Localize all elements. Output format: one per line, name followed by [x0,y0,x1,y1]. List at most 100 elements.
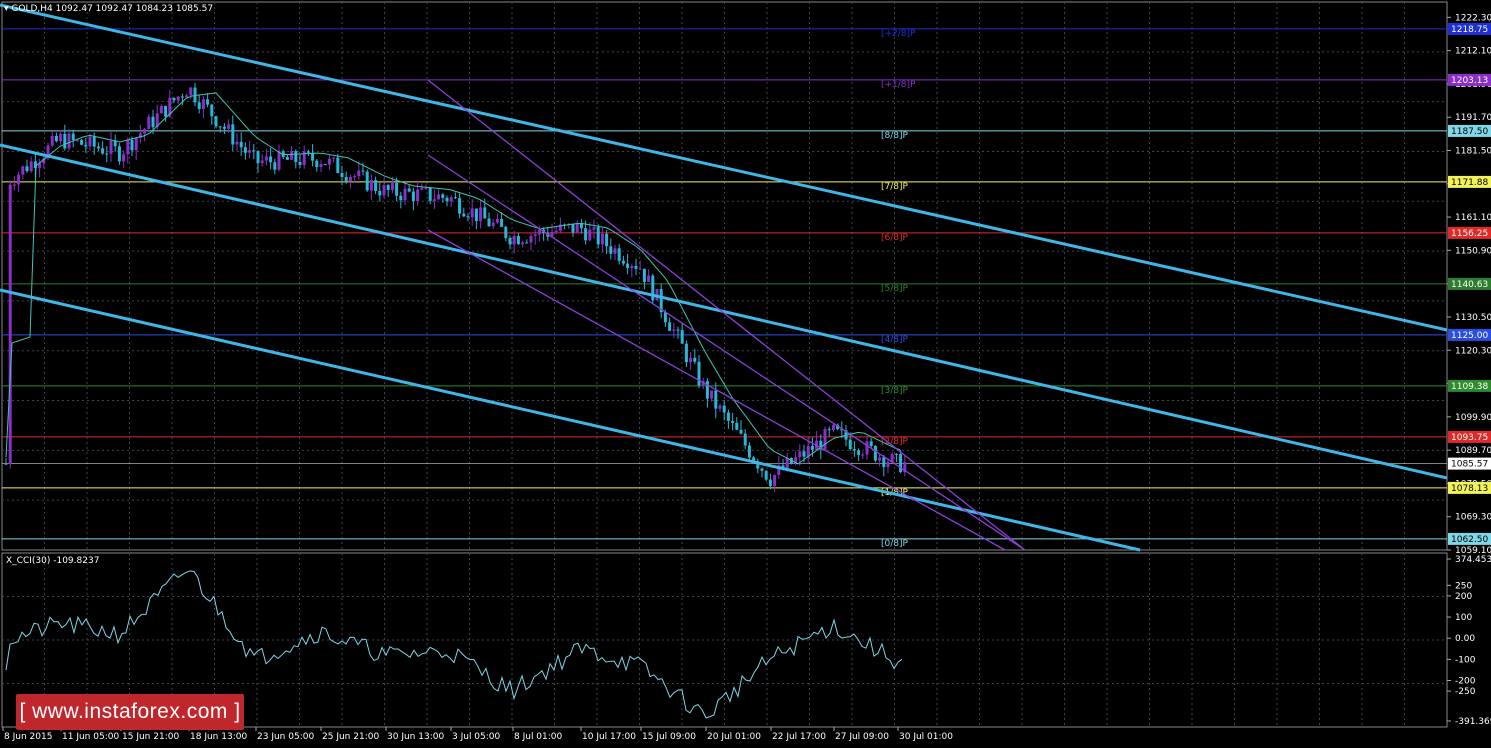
candle-body [210,104,214,117]
candle-body [17,174,21,185]
candle-body [290,151,294,160]
candle-body [122,154,126,162]
candle-body [441,194,445,198]
murrey-level-label: [+1/8]P [881,80,916,90]
candle-body [214,116,218,127]
candle-body [92,136,96,147]
candle-body [411,191,415,202]
time-tick-label: 8 Jun 2015 [4,732,52,742]
candle-body [592,227,596,230]
candle-body [445,197,449,202]
cci-tick-label: 250 [1455,581,1472,591]
main-channel[interactable] [0,3,1448,552]
candle-body [714,390,718,409]
candle-body [710,390,714,399]
murrey-level-label: [4/8]P [881,335,909,345]
chart-window[interactable]: 1222.301212.101201.901191.701181.501171.… [0,0,1491,744]
candle-body [63,133,67,149]
time-tick-label: 18 Jun 13:00 [190,732,247,742]
candle-body [327,158,331,165]
price-tick-label: 1191.70 [1455,113,1491,123]
candle-body [621,260,625,264]
candle-body [84,144,88,147]
candle-body [596,227,600,245]
time-tick-label: 27 Jul 09:00 [835,732,889,742]
candle-body [663,312,667,323]
moving-average-line [5,92,901,465]
time-tick-label: 10 Jul 17:00 [582,732,636,742]
candle-body [264,156,268,161]
purple-channel[interactable] [427,79,1026,551]
candle-body [462,213,466,217]
candle-body [437,194,441,200]
murrey-level-label: [6/8]P [881,233,909,243]
cci-tick-label: -100 [1455,655,1476,665]
candle-body [718,405,722,409]
candle-body [617,248,621,261]
candle-body [369,180,373,191]
cci-tick-label: 100 [1455,613,1472,623]
candle-body [831,424,835,430]
murrey-price-tag-text: 1093.75 [1451,433,1488,443]
candle-body [680,330,684,344]
time-tick-label: 8 Jul 01:00 [514,732,563,742]
candle-body [512,236,516,245]
candle-body [248,150,252,153]
candle-body [525,242,529,244]
candle-body [8,184,12,464]
time-tick-label: 25 Jun 21:00 [322,732,379,742]
candle-body [504,226,508,239]
price-tick-label: 1150.90 [1455,246,1491,256]
murrey-price-tag-text: 1109.38 [1451,382,1488,392]
murrey-level-label: [8/8]P [881,131,909,141]
candle-body [365,171,369,191]
channel-line[interactable] [0,288,1141,552]
murrey-level-label: [7/8]P [881,182,909,192]
candle-body [243,147,247,153]
price-tick-label: 1212.10 [1455,47,1491,57]
candle-body [605,233,609,247]
candle-body [630,265,634,268]
purple-channel-line[interactable] [427,79,1026,551]
candle-body [453,197,457,199]
candle-body [109,141,113,154]
channel-line[interactable] [0,143,1448,480]
purple-channel-line[interactable] [427,229,1006,551]
price-tick-label: 1181.50 [1455,147,1491,157]
candle-body [479,207,483,222]
candle-body [180,96,184,98]
candle-body [323,164,327,166]
candle-body [172,97,176,101]
candle-body [487,218,491,227]
candle-body [260,160,264,163]
time-tick-label: 20 Jul 01:00 [707,732,761,742]
candle-body [21,166,25,175]
candle-body [273,162,277,170]
candle-body [731,420,735,423]
chart-canvas[interactable]: 1222.301212.101201.901191.701181.501171.… [0,0,1491,744]
candle-body [336,157,340,174]
candle-body [277,151,281,170]
current-price-tag-text: 1085.57 [1451,460,1488,470]
candle-body [726,412,730,421]
candle-body [117,146,121,162]
candle-body [315,160,319,167]
time-tick-label: 3 Jul 05:00 [452,732,501,742]
time-tick-label: 15 Jun 21:00 [122,732,179,742]
candle-body [71,133,75,140]
candle-body [12,184,16,186]
symbol-info: ▾ GOLD,H4 1092.47 1092.47 1084.23 1085.5… [4,4,213,14]
candle-body [684,343,688,363]
candle-body [449,197,453,202]
candle-body [609,246,613,254]
candle-body [59,133,63,142]
candle-body [894,453,898,455]
channel-line[interactable] [0,3,1448,332]
candle-body [600,233,604,245]
candle-body [735,422,739,430]
murrey-price-tag-text: 1078.13 [1451,484,1488,494]
candle-body [96,146,100,149]
candle-body [189,87,193,96]
candle-body [626,263,630,268]
candle-body [852,449,856,451]
